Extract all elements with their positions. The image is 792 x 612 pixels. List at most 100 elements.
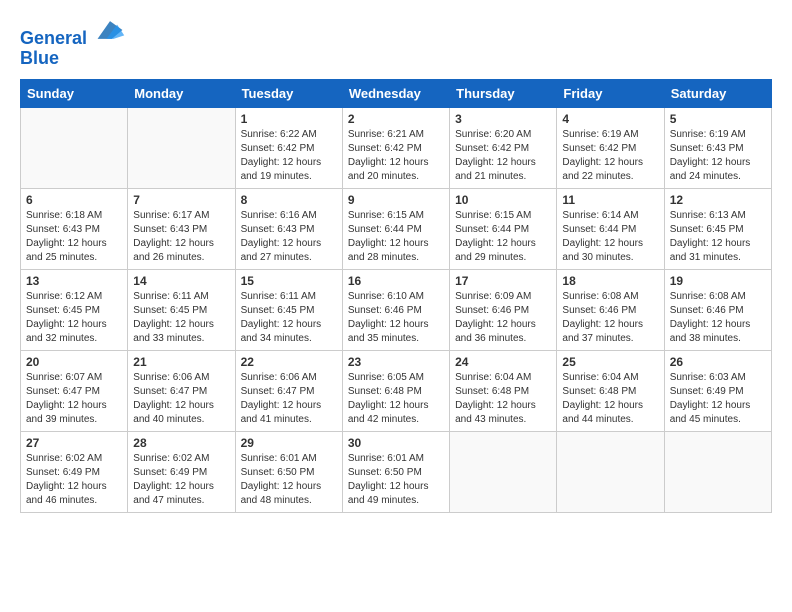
calendar-cell: 27 Sunrise: 6:02 AM Sunset: 6:49 PM Dayli…	[21, 431, 128, 512]
day-info: Sunrise: 6:19 AM Sunset: 6:43 PM Dayligh…	[670, 128, 766, 184]
day-info: Sunrise: 6:15 AM Sunset: 6:44 PM Dayligh…	[348, 209, 444, 265]
day-number: 13	[26, 274, 122, 288]
calendar-cell	[557, 431, 664, 512]
day-info: Sunrise: 6:09 AM Sunset: 6:46 PM Dayligh…	[455, 290, 551, 346]
day-info: Sunrise: 6:04 AM Sunset: 6:48 PM Dayligh…	[562, 371, 658, 427]
calendar-cell: 22 Sunrise: 6:06 AM Sunset: 6:47 PM Dayli…	[235, 350, 342, 431]
day-number: 28	[133, 436, 229, 450]
calendar-cell: 20Sunrise: 6:07 AM Sunset: 6:47 PM Dayli…	[21, 350, 128, 431]
day-info: Sunrise: 6:10 AM Sunset: 6:46 PM Dayligh…	[348, 290, 444, 346]
day-number: 21	[133, 355, 229, 369]
calendar-cell: 14 Sunrise: 6:11 AM Sunset: 6:45 PM Dayli…	[128, 269, 235, 350]
day-info: Sunrise: 6:07 AM Sunset: 6:47 PM Dayligh…	[26, 371, 122, 427]
calendar-cell: 15Sunrise: 6:11 AM Sunset: 6:45 PM Dayli…	[235, 269, 342, 350]
header: General Blue	[20, 16, 772, 69]
day-number: 27	[26, 436, 122, 450]
day-info: Sunrise: 6:15 AM Sunset: 6:44 PM Dayligh…	[455, 209, 551, 265]
day-info: Sunrise: 6:02 AM Sunset: 6:49 PM Dayligh…	[133, 452, 229, 508]
calendar-cell: 9Sunrise: 6:15 AM Sunset: 6:44 PM Daylig…	[342, 188, 449, 269]
calendar-week-3: 13Sunrise: 6:12 AM Sunset: 6:45 PM Dayli…	[21, 269, 772, 350]
day-number: 4	[562, 112, 658, 126]
day-number: 1	[241, 112, 337, 126]
day-info: Sunrise: 6:19 AM Sunset: 6:42 PM Dayligh…	[562, 128, 658, 184]
day-number: 10	[455, 193, 551, 207]
calendar-week-1: 1 Sunrise: 6:22 AM Sunset: 6:42 PM Daylig…	[21, 107, 772, 188]
calendar-cell: 25 Sunrise: 6:04 AM Sunset: 6:48 PM Dayli…	[557, 350, 664, 431]
day-number: 2	[348, 112, 444, 126]
calendar-week-2: 6 Sunrise: 6:18 AM Sunset: 6:43 PM Daylig…	[21, 188, 772, 269]
logo-icon	[94, 16, 126, 44]
day-number: 17	[455, 274, 551, 288]
day-number: 12	[670, 193, 766, 207]
logo-text: General	[20, 16, 126, 49]
calendar-cell: 13Sunrise: 6:12 AM Sunset: 6:45 PM Dayli…	[21, 269, 128, 350]
day-number: 14	[133, 274, 229, 288]
day-info: Sunrise: 6:20 AM Sunset: 6:42 PM Dayligh…	[455, 128, 551, 184]
day-number: 29	[241, 436, 337, 450]
day-info: Sunrise: 6:01 AM Sunset: 6:50 PM Dayligh…	[348, 452, 444, 508]
calendar-cell: 16 Sunrise: 6:10 AM Sunset: 6:46 PM Dayli…	[342, 269, 449, 350]
day-number: 8	[241, 193, 337, 207]
day-info: Sunrise: 6:16 AM Sunset: 6:43 PM Dayligh…	[241, 209, 337, 265]
calendar-cell: 2 Sunrise: 6:21 AM Sunset: 6:42 PM Daylig…	[342, 107, 449, 188]
day-number: 3	[455, 112, 551, 126]
calendar-cell	[664, 431, 771, 512]
weekday-header-sunday: Sunday	[21, 79, 128, 107]
day-info: Sunrise: 6:01 AM Sunset: 6:50 PM Dayligh…	[241, 452, 337, 508]
calendar-cell	[128, 107, 235, 188]
day-info: Sunrise: 6:18 AM Sunset: 6:43 PM Dayligh…	[26, 209, 122, 265]
calendar-cell: 28 Sunrise: 6:02 AM Sunset: 6:49 PM Dayli…	[128, 431, 235, 512]
day-info: Sunrise: 6:04 AM Sunset: 6:48 PM Dayligh…	[455, 371, 551, 427]
day-number: 7	[133, 193, 229, 207]
day-info: Sunrise: 6:05 AM Sunset: 6:48 PM Dayligh…	[348, 371, 444, 427]
day-info: Sunrise: 6:22 AM Sunset: 6:42 PM Dayligh…	[241, 128, 337, 184]
calendar-cell: 12 Sunrise: 6:13 AM Sunset: 6:45 PM Dayli…	[664, 188, 771, 269]
day-info: Sunrise: 6:11 AM Sunset: 6:45 PM Dayligh…	[241, 290, 337, 346]
calendar-cell: 21 Sunrise: 6:06 AM Sunset: 6:47 PM Dayli…	[128, 350, 235, 431]
day-info: Sunrise: 6:11 AM Sunset: 6:45 PM Dayligh…	[133, 290, 229, 346]
day-number: 16	[348, 274, 444, 288]
weekday-header-monday: Monday	[128, 79, 235, 107]
day-info: Sunrise: 6:03 AM Sunset: 6:49 PM Dayligh…	[670, 371, 766, 427]
day-info: Sunrise: 6:17 AM Sunset: 6:43 PM Dayligh…	[133, 209, 229, 265]
day-number: 25	[562, 355, 658, 369]
day-info: Sunrise: 6:08 AM Sunset: 6:46 PM Dayligh…	[562, 290, 658, 346]
calendar-cell: 18Sunrise: 6:08 AM Sunset: 6:46 PM Dayli…	[557, 269, 664, 350]
day-info: Sunrise: 6:06 AM Sunset: 6:47 PM Dayligh…	[241, 371, 337, 427]
calendar-cell: 10 Sunrise: 6:15 AM Sunset: 6:44 PM Dayli…	[450, 188, 557, 269]
calendar-cell: 8 Sunrise: 6:16 AM Sunset: 6:43 PM Daylig…	[235, 188, 342, 269]
calendar-week-5: 27 Sunrise: 6:02 AM Sunset: 6:49 PM Dayli…	[21, 431, 772, 512]
calendar-cell: 5 Sunrise: 6:19 AM Sunset: 6:43 PM Daylig…	[664, 107, 771, 188]
calendar-week-4: 20Sunrise: 6:07 AM Sunset: 6:47 PM Dayli…	[21, 350, 772, 431]
calendar-table: SundayMondayTuesdayWednesdayThursdayFrid…	[20, 79, 772, 513]
calendar-cell: 26Sunrise: 6:03 AM Sunset: 6:49 PM Dayli…	[664, 350, 771, 431]
day-info: Sunrise: 6:14 AM Sunset: 6:44 PM Dayligh…	[562, 209, 658, 265]
day-number: 5	[670, 112, 766, 126]
day-info: Sunrise: 6:06 AM Sunset: 6:47 PM Dayligh…	[133, 371, 229, 427]
calendar-cell: 30Sunrise: 6:01 AM Sunset: 6:50 PM Dayli…	[342, 431, 449, 512]
day-number: 11	[562, 193, 658, 207]
day-number: 22	[241, 355, 337, 369]
day-info: Sunrise: 6:02 AM Sunset: 6:49 PM Dayligh…	[26, 452, 122, 508]
day-number: 6	[26, 193, 122, 207]
calendar-cell: 6 Sunrise: 6:18 AM Sunset: 6:43 PM Daylig…	[21, 188, 128, 269]
calendar-cell: 4 Sunrise: 6:19 AM Sunset: 6:42 PM Daylig…	[557, 107, 664, 188]
page: General Blue SundayMondayTuesdayWed	[0, 0, 792, 612]
day-info: Sunrise: 6:08 AM Sunset: 6:46 PM Dayligh…	[670, 290, 766, 346]
calendar-cell: 29 Sunrise: 6:01 AM Sunset: 6:50 PM Dayli…	[235, 431, 342, 512]
calendar-cell: 11 Sunrise: 6:14 AM Sunset: 6:44 PM Dayli…	[557, 188, 664, 269]
calendar-cell	[450, 431, 557, 512]
logo-blue-text: Blue	[20, 49, 126, 69]
weekday-header-friday: Friday	[557, 79, 664, 107]
calendar-cell: 3 Sunrise: 6:20 AM Sunset: 6:42 PM Daylig…	[450, 107, 557, 188]
weekday-header-saturday: Saturday	[664, 79, 771, 107]
calendar-cell: 7 Sunrise: 6:17 AM Sunset: 6:43 PM Daylig…	[128, 188, 235, 269]
day-info: Sunrise: 6:21 AM Sunset: 6:42 PM Dayligh…	[348, 128, 444, 184]
calendar-cell: 24Sunrise: 6:04 AM Sunset: 6:48 PM Dayli…	[450, 350, 557, 431]
calendar-cell: 23Sunrise: 6:05 AM Sunset: 6:48 PM Dayli…	[342, 350, 449, 431]
logo: General Blue	[20, 16, 126, 69]
day-info: Sunrise: 6:13 AM Sunset: 6:45 PM Dayligh…	[670, 209, 766, 265]
calendar-cell	[21, 107, 128, 188]
weekday-header-row: SundayMondayTuesdayWednesdayThursdayFrid…	[21, 79, 772, 107]
calendar-cell: 19Sunrise: 6:08 AM Sunset: 6:46 PM Dayli…	[664, 269, 771, 350]
